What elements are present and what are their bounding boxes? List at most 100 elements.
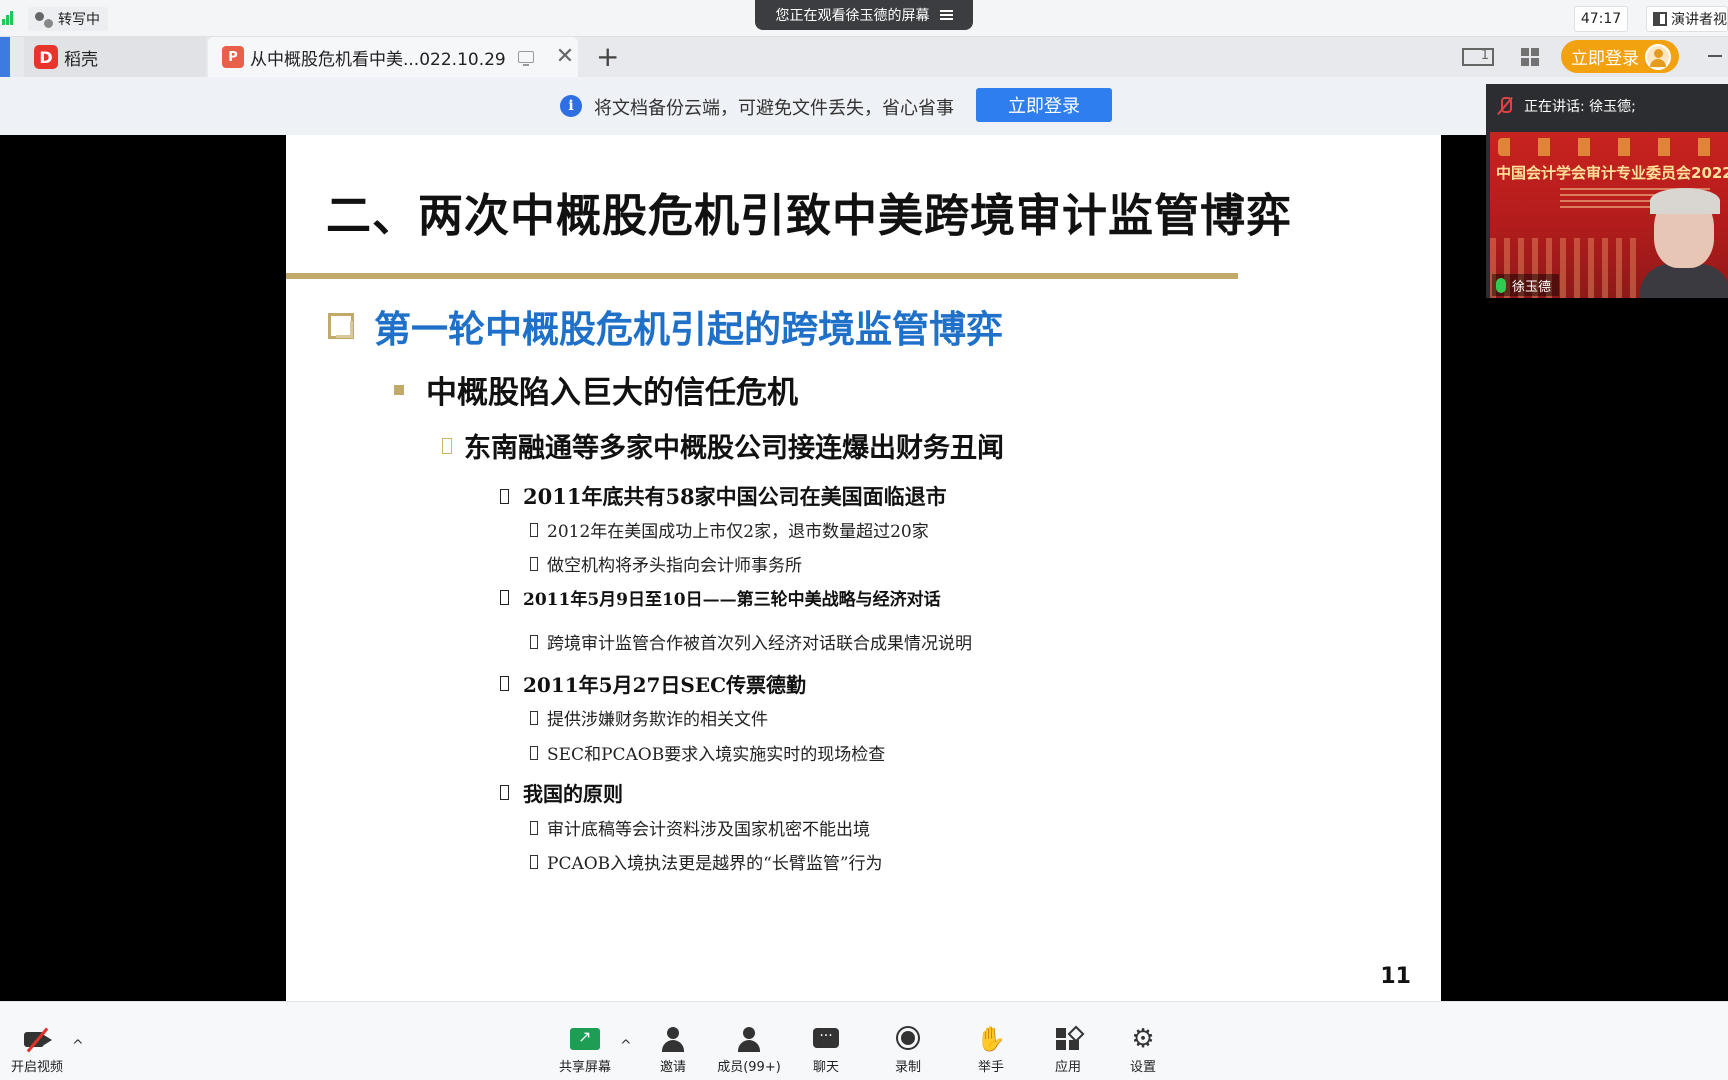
bullet-level4: SEC和PCAOB要求入境实施实时的现场检查 [530,740,885,765]
speaker-name: 徐玉德 [1512,279,1552,295]
raise-hand-icon: ✋ [976,1025,1006,1053]
screen-share-banner[interactable]: 您正在观看徐玉德的屏幕 [755,0,973,30]
bullet-level4-text: 提供涉嫌财务欺诈的相关文件 [547,710,768,730]
record-icon [893,1026,923,1052]
share-screen-label: 共享屏幕 [558,1060,611,1075]
square-bullet-icon [394,384,404,395]
box-bullet-icon [530,522,538,537]
notice-text: 将文档备份云端，可避免文件丢失，省心省事 [594,98,954,119]
chat-icon [811,1026,841,1052]
raise-hand-label: 举手 [977,1060,1004,1075]
notice-login-button[interactable]: 立即登录 [976,88,1112,122]
box-bullet-icon [500,488,509,504]
gear-icon: ⚙ [1131,1024,1155,1054]
record-button[interactable]: 录制 [873,1026,943,1078]
watching-label: 您正在观看徐玉德的屏幕 [775,8,930,24]
presentation-file-icon: P [222,46,244,68]
box-bullet-icon [530,854,538,869]
close-tab-icon[interactable]: ✕ [556,46,574,68]
settings-button[interactable]: ⚙ 设置 [1108,1026,1178,1078]
layout-icon [1653,12,1667,26]
bullet-level4: 跨境审计监管合作被首次列入经济对话联合成果情况说明 [530,629,972,654]
start-video-label: 开启视频 [10,1060,63,1075]
start-video-button[interactable]: 开启视频 [2,1026,72,1078]
bullet-level4-text: 审计底稿等会计资料涉及国家机密不能出境 [547,820,870,840]
info-icon: i [560,95,582,117]
chat-button[interactable]: 聊天 [791,1026,861,1078]
raise-hand-button[interactable]: ✋ 举手 [956,1026,1026,1078]
monitor-icon [517,51,534,66]
new-tab-button[interactable]: + [596,40,619,73]
bullet-level3: 2011年底共有58家中国公司在美国面临退市 [500,481,947,511]
presentation-slide: 二、两次中概股危机引致中美跨境审计监管博弈 第一轮中概股危机引起的跨境监管博弈 … [286,135,1441,1001]
tab-home[interactable]: D 稻壳 [24,37,206,77]
apps-grid-icon[interactable] [1514,43,1546,71]
invite-button[interactable]: 邀请 [638,1026,708,1078]
members-label: 成员(99+) [717,1060,781,1075]
meeting-top-bar: 转写中 您正在观看徐玉德的屏幕 47:17 演讲者视图 [0,0,1728,37]
speaker-view-button[interactable]: 演讲者视图 [1646,6,1728,32]
share-screen-button[interactable]: 共享屏幕 [550,1026,620,1078]
avatar [1645,43,1671,70]
reading-mode-icon[interactable] [1462,43,1494,71]
screen: 转写中 您正在观看徐玉德的屏幕 47:17 演讲者视图 D 稻壳 P 从中概股危… [0,0,1728,1080]
cloud-backup-notice: i 将文档备份云端，可避免文件丢失，省心省事 立即登录 [0,77,1728,135]
members-button[interactable]: 成员(99+) [714,1026,784,1078]
docer-logo-icon: D [34,45,58,69]
speaker-portrait [1640,188,1728,298]
bullet-level4-text: 跨境审计监管合作被首次列入经济对话联合成果情况说明 [547,634,972,654]
box-bullet-icon [530,634,538,649]
bullet-level4: 提供涉嫌财务欺诈的相关文件 [530,705,768,730]
bullet-level3-text: 2011年5月27日SEC传票德勤 [523,673,807,697]
box-bullet-icon [500,590,509,605]
camera-off-icon [22,1026,52,1053]
invite-user-icon [658,1026,688,1052]
box-bullet-icon [530,556,538,571]
tab-document[interactable]: P 从中概股危机看中美...022.10.29 ✕ [208,37,578,77]
slide-title: 二、两次中概股危机引致中美跨境审计监管博弈 [326,189,1293,242]
login-label: 立即登录 [1571,49,1639,69]
apps-button[interactable]: 应用 [1033,1026,1103,1078]
meeting-timer: 47:17 [1574,6,1628,32]
bullet-level3: 2011年5月27日SEC传票德勤 [500,669,806,698]
box-bullet-icon [442,437,452,454]
bullet-level4-text: 2012年在美国成功上市仅2家，退市数量超过20家 [547,522,929,542]
bullet-level3: 2011年5月9日至10日——第三轮中美战略与经济对话 [500,585,941,610]
network-signal-icon [2,11,14,25]
members-icon [734,1026,764,1052]
wps-tab-bar: D 稻壳 P 从中概股危机看中美...022.10.29 ✕ + 立即登录 [0,37,1728,77]
share-options-chevron-icon[interactable]: ^ [620,1038,632,1054]
tab-home-label: 稻壳 [64,49,98,70]
box-bullet-icon [530,710,538,725]
speaker-video-panel[interactable]: 正在讲话: 徐玉德; 中国会计学会审计专业委员会2022年 徐玉德 [1486,84,1728,298]
video-options-chevron-icon[interactable]: ^ [72,1038,84,1054]
bullet-level4: PCAOB入境执法更是越界的“长臂监管”行为 [530,849,883,874]
transcribe-status[interactable]: 转写中 [28,7,108,31]
minimize-icon[interactable] [1708,55,1722,57]
meeting-toolbar: 开启视频 ^ 共享屏幕 ^ 邀请 成员(99+) 聊天 录制 ✋ 举手 [0,1001,1728,1080]
login-button[interactable]: 立即登录 [1561,40,1679,73]
box-bullet-icon [500,676,509,691]
sponsor-logos [1498,138,1718,156]
speaker-video[interactable]: 中国会计学会审计专业委员会2022年 徐玉德 [1490,132,1728,298]
bullet-level3-text: 2011年底共有58家中国公司在美国面临退市 [523,484,947,509]
video-banner-text: 中国会计学会审计专业委员会2022年 [1496,164,1728,182]
bullet-level4-text: PCAOB入境执法更是越界的“长臂监管”行为 [547,854,883,874]
bullet-level4-text: SEC和PCAOB要求入境实施实时的现场检查 [547,745,886,765]
sidebar-toggle[interactable] [0,37,10,77]
record-label: 录制 [894,1060,921,1075]
bullet-level3-text: 我国的原则 [523,782,623,806]
transcribe-icon [34,11,55,30]
menu-icon[interactable] [939,10,953,20]
box-bullet-icon [500,785,509,800]
bullet-level4: 2012年在美国成功上市仅2家，退市数量超过20家 [530,517,929,542]
speaking-label: 正在讲话: 徐玉德; [1524,99,1636,115]
checkbox-bullet-icon [328,313,354,339]
speaker-name-tag: 徐玉德 [1492,274,1560,296]
bullet-level3-text: 2011年5月9日至10日——第三轮中美战略与经济对话 [523,590,941,610]
bullet-level2-text: 东南融通等多家中概股公司接连爆出财务丑闻 [464,433,1004,464]
box-bullet-icon [530,820,538,835]
slide-page-number: 11 [1380,964,1411,989]
bullet-level1: 中概股陷入巨大的信任危机 [394,367,798,412]
share-screen-icon [570,1026,600,1052]
